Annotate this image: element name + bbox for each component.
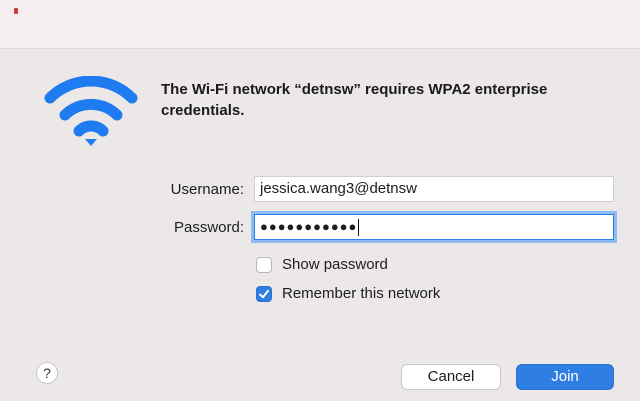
password-field[interactable]: ●●●●●●●●●●● — [254, 214, 614, 240]
dialog-message: The Wi-Fi network “detnsw” requires WPA2… — [161, 81, 548, 119]
show-password-checkbox[interactable] — [256, 256, 272, 273]
password-label: Password: — [173, 219, 244, 236]
title-bar — [0, 0, 640, 49]
username-value: jessica.wang3@detnsw — [260, 180, 417, 197]
checkmark-icon — [259, 289, 269, 298]
remember-network-label: Remember this network — [282, 285, 441, 302]
username-label: Username: — [170, 181, 244, 198]
wifi-icon — [44, 76, 138, 146]
help-button[interactable]: ? — [36, 362, 58, 384]
username-field[interactable]: jessica.wang3@detnsw — [254, 176, 614, 202]
join-button[interactable]: Join — [516, 364, 614, 390]
remember-network-checkbox[interactable] — [256, 285, 272, 302]
close-indicator[interactable] — [14, 8, 18, 14]
wifi-credentials-dialog: The Wi-Fi network “detnsw” requires WPA2… — [0, 0, 640, 401]
show-password-label: Show password — [282, 256, 388, 273]
password-value: ●●●●●●●●●●● — [260, 219, 358, 234]
text-caret — [358, 219, 360, 237]
cancel-button[interactable]: Cancel — [401, 364, 501, 390]
show-password-option[interactable]: Show password — [256, 256, 388, 273]
remember-network-option[interactable]: Remember this network — [256, 285, 440, 302]
